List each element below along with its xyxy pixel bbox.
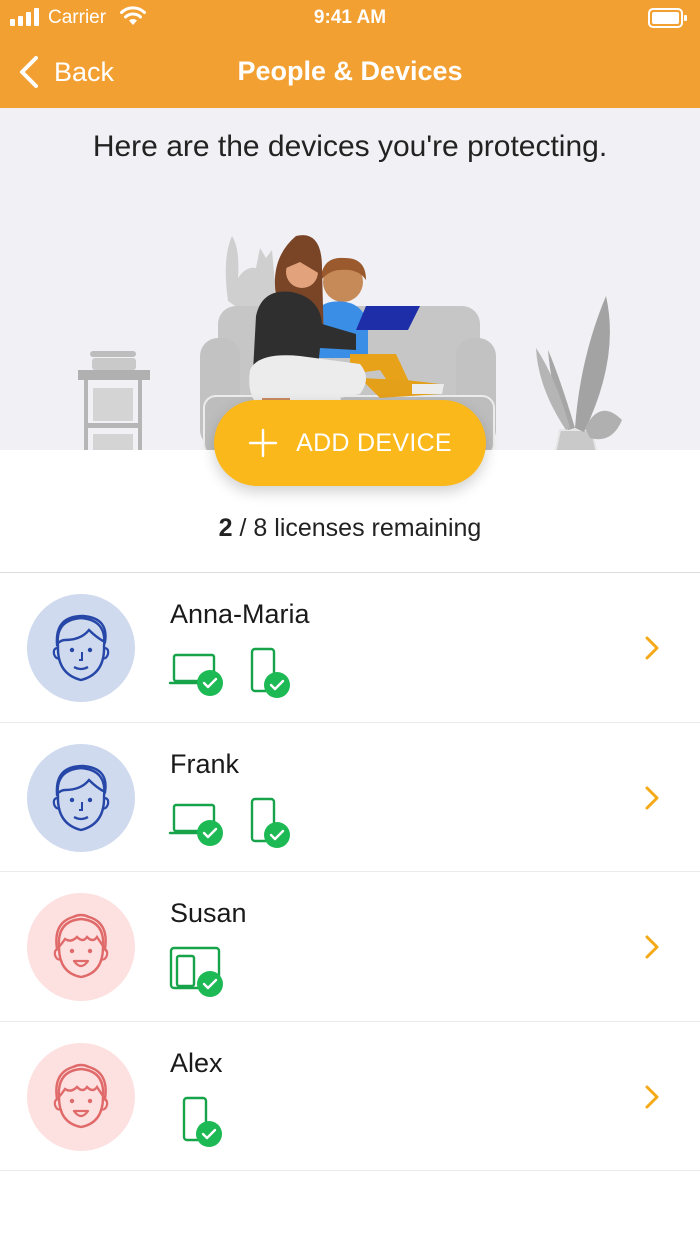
phone-protected-icon [250, 797, 290, 848]
plus-icon [248, 428, 278, 458]
phone-protected-icon [182, 1096, 222, 1147]
person-row[interactable]: Alex [0, 1022, 700, 1171]
navigation-bar: Back People & Devices [0, 40, 700, 104]
female-avatar-icon [27, 1042, 135, 1151]
licenses-used-count: 2 [218, 514, 233, 542]
licenses-remaining: 2 / 8 licenses remaining [0, 514, 700, 543]
laptop-protected-icon [168, 803, 223, 846]
person-row[interactable]: Anna-Maria [0, 573, 700, 723]
laptop-protected-icon [168, 653, 223, 696]
top-bar: Carrier 9:41 AM Back People & Devices [0, 0, 700, 108]
clock: 9:41 AM [313, 7, 387, 28]
hero-heading: Here are the devices you're protecting. [92, 130, 608, 163]
person-name: Alex [170, 1047, 223, 1078]
tablet-phone-protected-icon [169, 946, 223, 997]
male-avatar-icon [27, 743, 135, 852]
add-device-label: ADD DEVICE [296, 428, 452, 457]
person-name: Frank [170, 748, 240, 779]
phone-protected-icon [250, 647, 290, 698]
licenses-remaining-text: / 8 licenses remaining [232, 514, 482, 542]
battery-icon [648, 8, 687, 28]
add-device-button[interactable]: ADD DEVICE [214, 400, 486, 486]
chevron-right-icon [645, 636, 659, 660]
person-name: Susan [170, 898, 247, 928]
chevron-right-icon [645, 935, 659, 959]
person-row[interactable]: Frank [0, 723, 700, 872]
people-list: Anna-Maria Frank Susan Alex [0, 573, 700, 1171]
male-avatar-icon [27, 594, 135, 702]
hero-banner: Here are the devices you're protecting. [0, 108, 700, 450]
chevron-right-icon [645, 786, 659, 809]
person-name: Anna-Maria [170, 599, 310, 629]
page-title: People & Devices [237, 56, 463, 86]
chevron-right-icon [645, 1085, 659, 1108]
status-bar: Carrier 9:41 AM [0, 0, 700, 36]
person-row[interactable]: Susan [0, 872, 700, 1022]
female-avatar-icon [27, 893, 135, 1001]
